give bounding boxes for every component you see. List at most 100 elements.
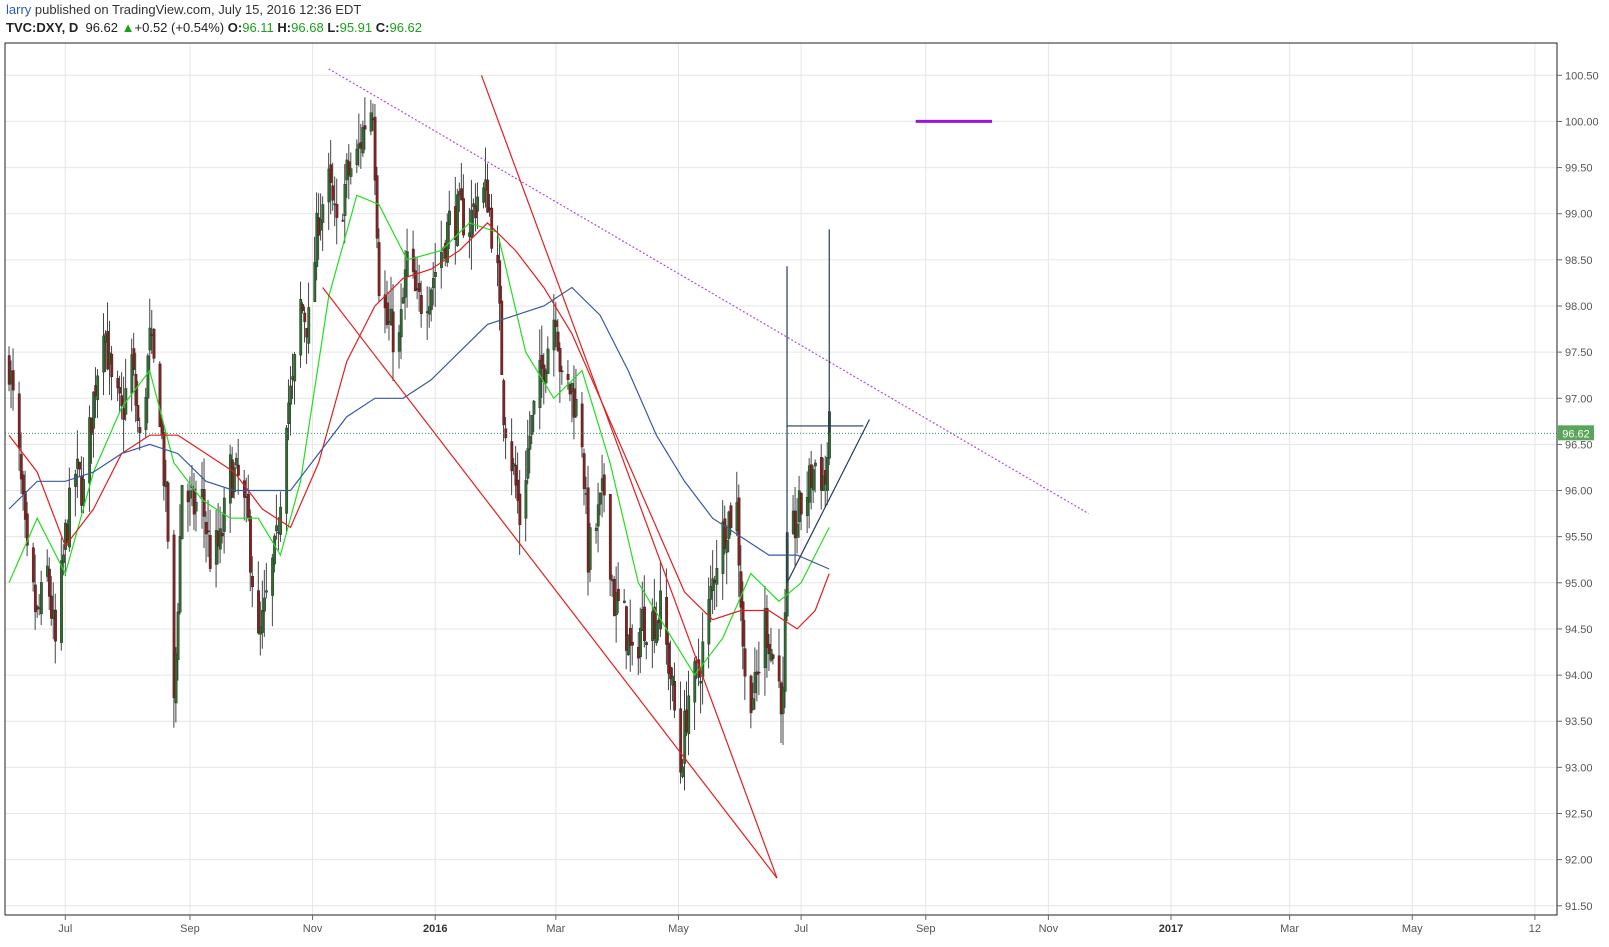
candle-body bbox=[411, 248, 415, 272]
candle-body bbox=[643, 606, 646, 642]
candle-body bbox=[757, 671, 761, 674]
y-tick-label: 92.00 bbox=[1565, 855, 1593, 867]
candle-body bbox=[48, 568, 51, 597]
candle-body bbox=[446, 221, 449, 263]
candle-body bbox=[377, 242, 381, 296]
candle-body bbox=[289, 385, 293, 405]
y-tick-label: 93.50 bbox=[1565, 716, 1593, 728]
candle-body bbox=[138, 427, 142, 434]
candle-body bbox=[39, 582, 43, 615]
candle-body bbox=[120, 395, 124, 407]
price-chart[interactable]: 100.50 100.00 99.50 99.00 98.50 98.00 97.50 97.… bbox=[0, 0, 1609, 947]
candle-body bbox=[96, 375, 100, 401]
candle-body bbox=[74, 473, 77, 487]
candle-body bbox=[273, 535, 276, 565]
candle-body bbox=[54, 609, 57, 642]
candle-body bbox=[237, 464, 240, 476]
candle-body bbox=[665, 597, 669, 645]
candle-body bbox=[777, 655, 781, 682]
candle-body bbox=[526, 448, 530, 479]
candle-body bbox=[341, 219, 345, 222]
y-tick-label: 94.00 bbox=[1565, 670, 1593, 682]
candle-body bbox=[331, 185, 335, 201]
candle-body bbox=[673, 681, 677, 711]
x-tick-label: Mar bbox=[546, 923, 565, 935]
candle-body bbox=[813, 462, 817, 467]
y-tick-label: 94.50 bbox=[1565, 624, 1593, 636]
y-tick-label: 95.50 bbox=[1565, 532, 1593, 544]
candle-body bbox=[118, 386, 122, 394]
candle-body bbox=[795, 523, 799, 538]
candle-body bbox=[486, 179, 490, 213]
candle-body bbox=[639, 628, 642, 658]
candle-body bbox=[21, 474, 25, 495]
candle-body bbox=[811, 469, 815, 491]
candle-body bbox=[178, 536, 182, 613]
drawings bbox=[322, 68, 1089, 879]
candle-body bbox=[204, 522, 208, 535]
candle-body bbox=[180, 485, 184, 540]
candle-body bbox=[743, 648, 747, 677]
candle-body bbox=[598, 492, 602, 505]
candle-body bbox=[556, 331, 560, 351]
candle-body bbox=[608, 494, 612, 580]
candle-body bbox=[355, 148, 359, 166]
y-tick-label: 95.00 bbox=[1565, 578, 1593, 590]
candles bbox=[7, 97, 831, 791]
candle-body bbox=[771, 654, 775, 659]
candle-body bbox=[510, 441, 514, 472]
candle-body bbox=[681, 766, 685, 777]
candle-body bbox=[202, 489, 206, 517]
candle-body bbox=[405, 251, 409, 277]
candle-body bbox=[530, 415, 534, 435]
candle-body bbox=[554, 320, 558, 327]
candle-body bbox=[243, 480, 246, 498]
candle-body bbox=[194, 501, 198, 512]
candle-body bbox=[82, 479, 86, 506]
candle-body bbox=[158, 363, 162, 428]
candle-body bbox=[826, 457, 829, 491]
candle-body bbox=[343, 184, 347, 216]
candle-body bbox=[261, 610, 264, 633]
candle-body bbox=[701, 641, 705, 678]
candle-body bbox=[799, 493, 803, 515]
y-tick-label: 98.00 bbox=[1565, 301, 1593, 313]
candle-body bbox=[518, 493, 522, 525]
candle-body bbox=[751, 698, 755, 711]
candle-body bbox=[725, 540, 729, 553]
candle-body bbox=[257, 590, 260, 634]
candle-body bbox=[247, 493, 250, 519]
candle-body bbox=[594, 527, 598, 531]
x-tick-label: Sep bbox=[916, 923, 936, 935]
candle-body bbox=[699, 681, 703, 684]
candle-body bbox=[313, 262, 317, 302]
candle-body bbox=[208, 535, 212, 569]
candle-body bbox=[146, 355, 150, 399]
candle-body bbox=[707, 599, 711, 645]
candle-body bbox=[524, 480, 528, 519]
candle-body bbox=[502, 380, 506, 426]
candle-body bbox=[361, 127, 365, 154]
candle-body bbox=[602, 474, 606, 496]
candle-body bbox=[558, 348, 562, 372]
candle-body bbox=[62, 554, 65, 563]
candle-body bbox=[440, 252, 443, 268]
x-tick-label: 2016 bbox=[423, 923, 447, 935]
x-tick-label: 12 bbox=[1529, 923, 1541, 935]
x-tick-label: May bbox=[668, 923, 689, 935]
y-tick-label: 98.50 bbox=[1565, 255, 1593, 267]
candle-body bbox=[166, 482, 170, 542]
candle-body bbox=[307, 307, 311, 344]
x-tick-label: Mar bbox=[1280, 923, 1299, 935]
candle-body bbox=[287, 402, 291, 424]
candle-body bbox=[659, 590, 662, 630]
candle-body bbox=[500, 300, 504, 375]
candle-body bbox=[476, 196, 480, 212]
x-tick-label: May bbox=[1402, 923, 1423, 935]
candle-body bbox=[349, 168, 353, 177]
candle-body bbox=[741, 601, 745, 647]
candle-body bbox=[655, 622, 658, 644]
candle-body bbox=[566, 374, 570, 380]
candle-body bbox=[92, 391, 96, 429]
candle-body bbox=[136, 405, 140, 421]
